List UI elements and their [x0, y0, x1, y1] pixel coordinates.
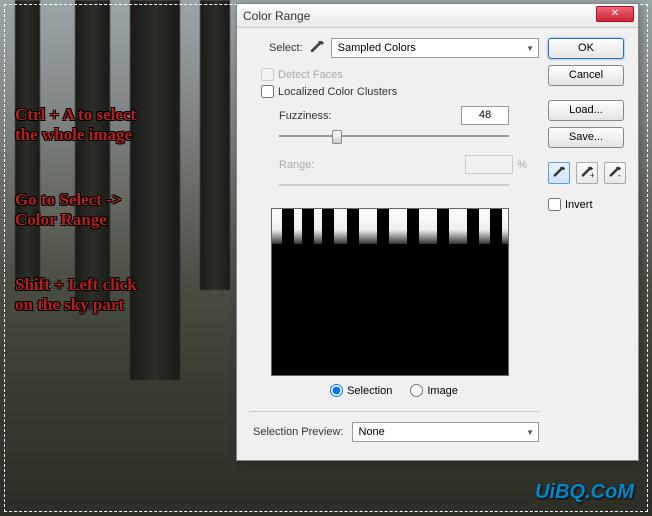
- slider-thumb[interactable]: [332, 130, 342, 144]
- select-label: Select:: [269, 42, 303, 54]
- invert-checkbox[interactable]: Invert: [548, 198, 626, 211]
- eyedropper-icon: [309, 40, 325, 56]
- radio-selection[interactable]: Selection: [330, 384, 392, 397]
- fuzziness-label: Fuzziness:: [279, 110, 332, 122]
- range-input: [465, 155, 513, 174]
- selection-preview-dropdown[interactable]: None: [352, 422, 540, 442]
- select-dropdown[interactable]: Sampled Colors: [331, 38, 539, 58]
- svg-text:+: +: [590, 170, 594, 180]
- separator: [249, 411, 539, 412]
- localized-label: Localized Color Clusters: [278, 86, 397, 98]
- detect-faces-checkbox: Detect Faces: [261, 68, 539, 81]
- invert-label: Invert: [565, 199, 593, 211]
- select-value: Sampled Colors: [338, 42, 416, 54]
- radio-image-input[interactable]: [410, 384, 423, 397]
- tree: [75, 0, 110, 310]
- invert-input[interactable]: [548, 198, 561, 211]
- localized-checkbox[interactable]: Localized Color Clusters: [261, 85, 539, 98]
- detect-faces-input: [261, 68, 274, 81]
- fuzziness-slider[interactable]: [279, 127, 509, 145]
- svg-text:-: -: [618, 170, 621, 180]
- range-slider: [279, 176, 509, 194]
- selection-preview-image[interactable]: [271, 208, 509, 376]
- selection-preview-label: Selection Preview:: [253, 426, 344, 438]
- dialog-titlebar[interactable]: Color Range ✕: [237, 4, 638, 28]
- ok-button[interactable]: OK: [548, 38, 624, 59]
- eyedropper-tool[interactable]: [548, 162, 570, 184]
- detect-faces-label: Detect Faces: [278, 69, 343, 81]
- dialog-title: Color Range: [243, 9, 310, 23]
- radio-selection-label: Selection: [347, 385, 392, 397]
- eyedropper-plus-tool[interactable]: +: [576, 162, 598, 184]
- save-button[interactable]: Save...: [548, 127, 624, 148]
- localized-input[interactable]: [261, 85, 274, 98]
- load-button[interactable]: Load...: [548, 100, 624, 121]
- percent-label: %: [517, 159, 527, 171]
- fuzziness-input[interactable]: 48: [461, 106, 509, 125]
- close-button[interactable]: ✕: [596, 6, 634, 22]
- tree: [130, 0, 180, 380]
- range-label: Range:: [279, 159, 314, 171]
- tree: [200, 0, 230, 290]
- watermark-bottom: UiBQ.CoM: [535, 481, 634, 504]
- annotation-menu: Go to Select -> Color Range: [15, 190, 121, 231]
- slider-track: [279, 184, 509, 186]
- annotation-select-all: Ctrl + A to select the whole image: [15, 105, 136, 146]
- radio-image-label: Image: [427, 385, 458, 397]
- annotation-shift-click: Shift + Left click on the sky part: [15, 275, 137, 316]
- eyedropper-minus-tool[interactable]: -: [604, 162, 626, 184]
- color-range-dialog: Color Range ✕ Select: Sampled Colors Det…: [236, 3, 639, 461]
- cancel-button[interactable]: Cancel: [548, 65, 624, 86]
- radio-selection-input[interactable]: [330, 384, 343, 397]
- radio-image[interactable]: Image: [410, 384, 458, 397]
- slider-track: [279, 135, 509, 137]
- selection-preview-value: None: [359, 426, 385, 438]
